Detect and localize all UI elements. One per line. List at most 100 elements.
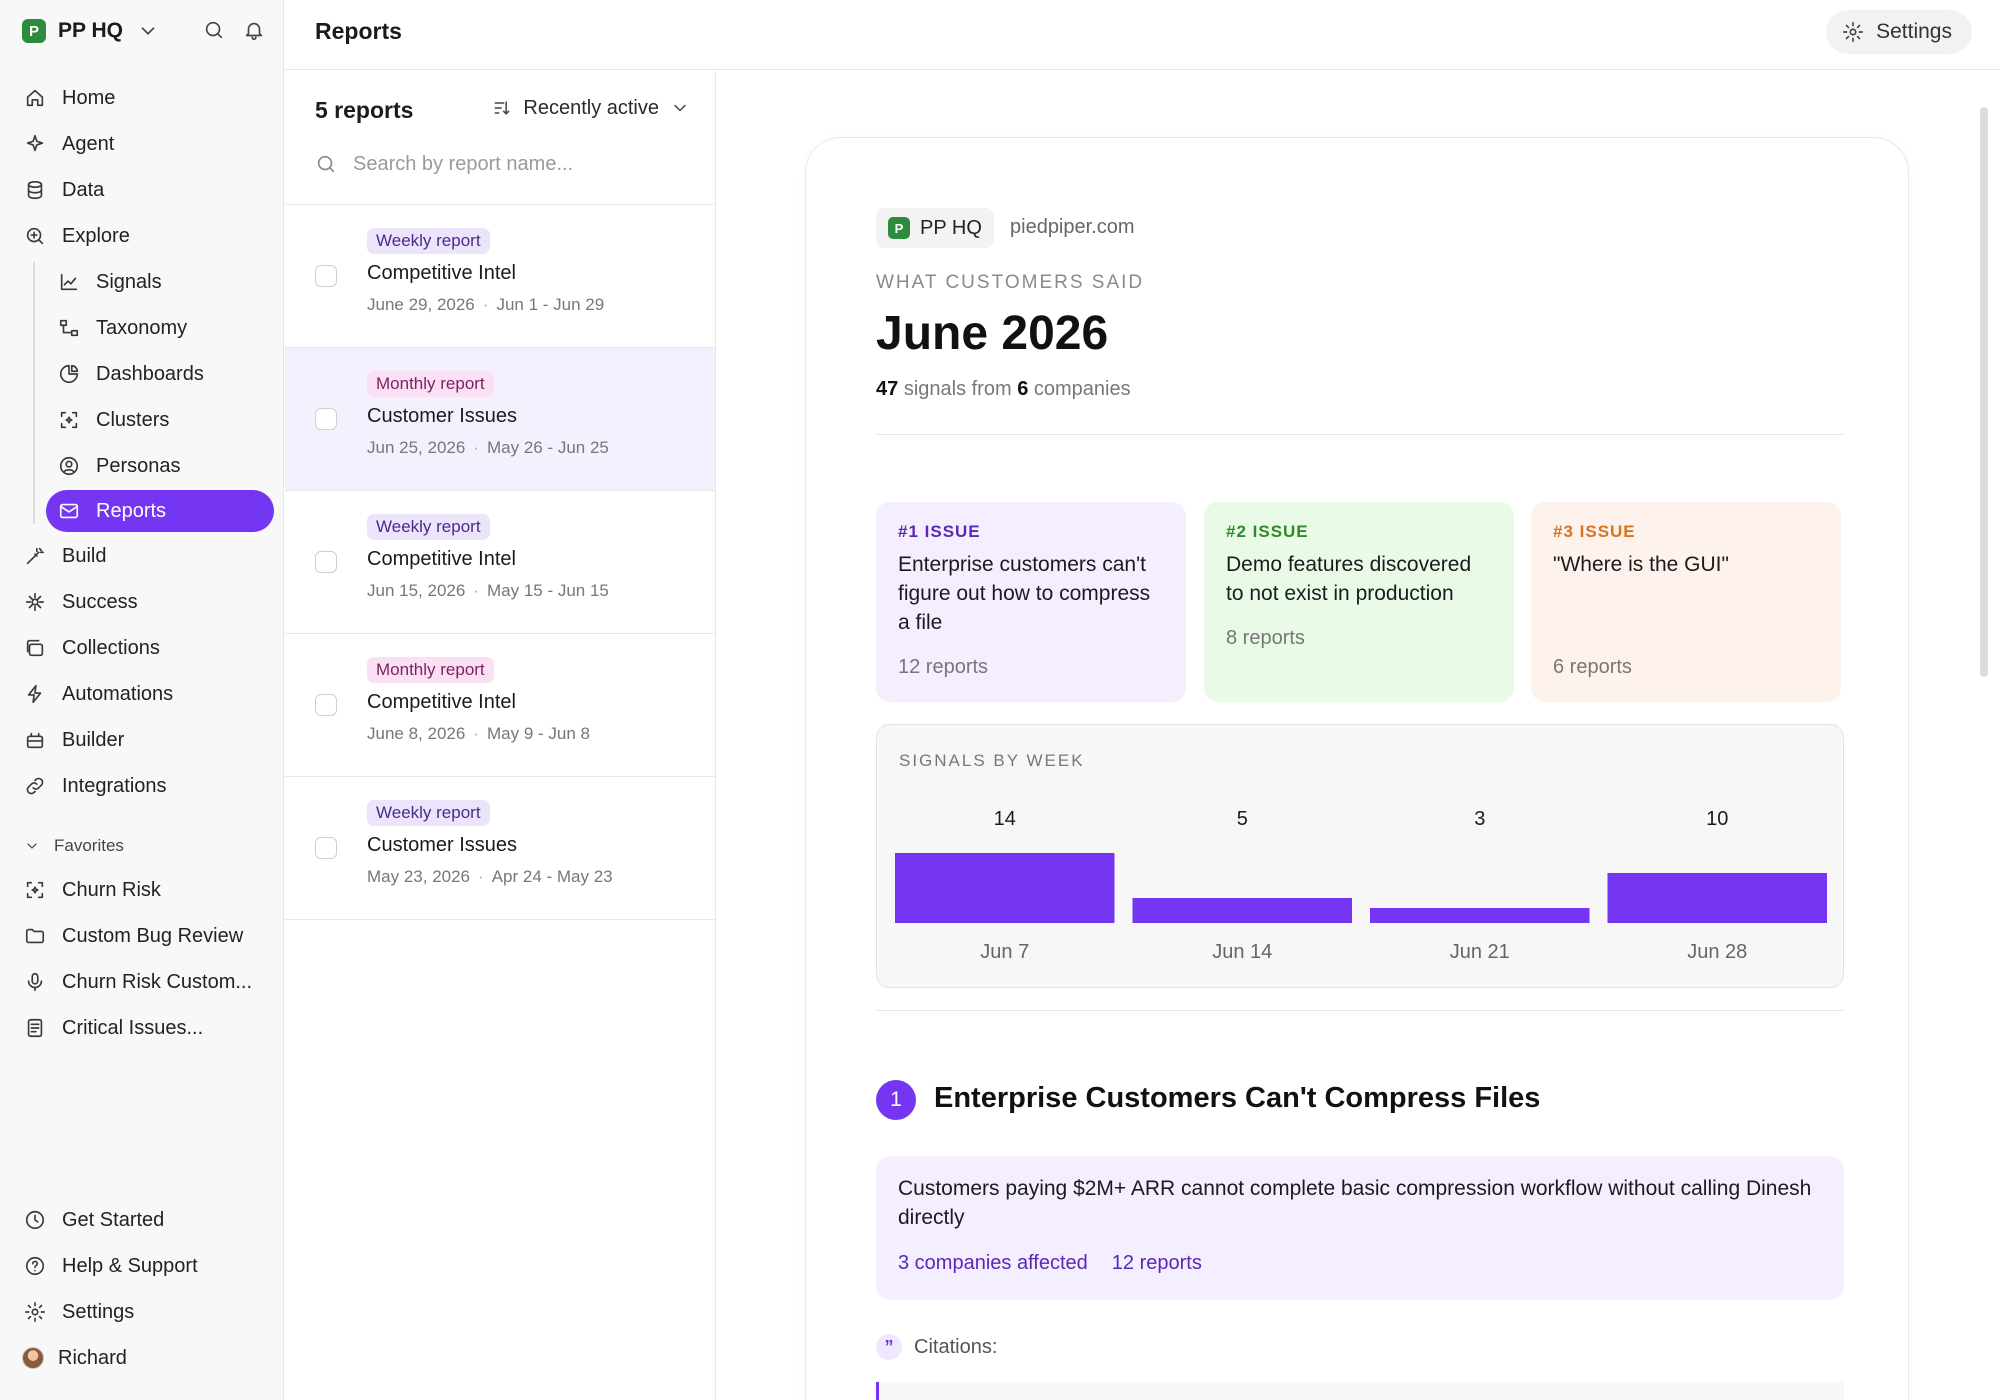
nav-data[interactable]: Data [22, 170, 104, 210]
chart-category-label: Jun 7 [980, 941, 1029, 963]
chart-bar[interactable] [1607, 873, 1828, 923]
signals-text: signals from [903, 378, 1012, 400]
report-list-item[interactable]: Weekly report Competitive Intel Jun 15, … [285, 491, 715, 634]
report-checkbox[interactable] [315, 408, 337, 430]
report-checkbox[interactable] [315, 694, 337, 716]
nav-help[interactable]: Help & Support [22, 1246, 198, 1286]
report-type-tag: Weekly report [367, 514, 490, 540]
report-name: Customer Issues [367, 834, 518, 856]
report-date: June 8, 2026 [367, 724, 466, 743]
favorite-item[interactable]: Custom Bug Review [22, 916, 243, 956]
sort-dropdown[interactable]: Recently active [489, 95, 693, 121]
companies-affected-link[interactable]: 3 companies affected [898, 1252, 1088, 1275]
favorites-toggle[interactable]: Favorites [22, 836, 124, 856]
report-checkbox[interactable] [315, 837, 337, 859]
nav-label: Success [62, 590, 138, 613]
nav-label: Help & Support [62, 1254, 198, 1277]
nav-settings[interactable]: Settings [22, 1292, 134, 1332]
clock-icon [22, 1207, 48, 1233]
nav-label: Home [62, 86, 116, 109]
report-name: Customer Issues [367, 405, 518, 427]
section-number-badge: 1 [876, 1080, 916, 1120]
report-count: 5 reports [315, 97, 414, 123]
nav-label: Taxonomy [96, 316, 188, 339]
signals-by-week-chart: SIGNALS BY WEEK 14 Jun 7 5 Jun 14 3 Jun 21 10 J… [876, 724, 1844, 988]
divider [876, 1010, 1844, 1011]
settings-button[interactable]: Settings [1826, 10, 1972, 54]
mic-icon [22, 969, 48, 995]
search-icon [313, 151, 339, 177]
nav-agent[interactable]: Agent [22, 124, 114, 164]
chart-bar[interactable] [1132, 898, 1353, 923]
issue-rank: #1 ISSUE [898, 522, 981, 541]
bar-chart: 14 Jun 7 5 Jun 14 3 Jun 21 10 Jun 28 [895, 808, 1828, 963]
user-profile[interactable]: Richard [22, 1338, 127, 1378]
citations-header: ” Citations: [876, 1334, 997, 1360]
nav-label: Reports [96, 499, 167, 522]
nav-taxonomy[interactable]: Taxonomy [56, 308, 187, 348]
sort-icon [489, 95, 515, 121]
quote-icon: ” [876, 1334, 902, 1360]
nav-get-started[interactable]: Get Started [22, 1200, 164, 1240]
issue-rank: #2 ISSUE [1226, 522, 1309, 541]
search-icon[interactable] [201, 17, 227, 43]
folder-icon [22, 923, 48, 949]
report-list-item[interactable]: Weekly report Competitive Intel June 29,… [285, 205, 715, 348]
search-input[interactable] [353, 152, 693, 176]
nav-builder[interactable]: Builder [22, 720, 124, 760]
favorite-item[interactable]: Churn Risk [22, 870, 161, 910]
report-checkbox[interactable] [315, 551, 337, 573]
issue-rank: #3 ISSUE [1553, 522, 1636, 541]
nav-integrations[interactable]: Integrations [22, 766, 167, 806]
report-list-item[interactable]: Monthly report Competitive Intel June 8,… [285, 634, 715, 777]
sidebar: P PP HQ Home Agent Data Explore Signals … [0, 0, 284, 1400]
nav-build[interactable]: Build [22, 536, 106, 576]
favorite-item[interactable]: Critical Issues... [22, 1008, 203, 1048]
explore-tree-line [33, 262, 35, 524]
report-date: Jun 15, 2026 [367, 581, 466, 600]
report-range: Apr 24 - May 23 [491, 867, 613, 886]
reports-link[interactable]: 12 reports [1112, 1252, 1202, 1275]
company-chip: P PP HQ [876, 208, 994, 248]
issue-card-1[interactable]: #1 ISSUE Enterprise customers can't figu… [876, 502, 1186, 702]
nav-label: Integrations [62, 774, 167, 797]
company-name: PP HQ [920, 216, 982, 239]
chart-value-label: 3 [1474, 808, 1485, 830]
nav-clusters[interactable]: Clusters [56, 400, 169, 440]
report-checkbox[interactable] [315, 265, 337, 287]
nav-label: Explore [62, 224, 130, 247]
nav-home[interactable]: Home [22, 78, 115, 118]
scrollbar[interactable] [1980, 107, 1988, 677]
help-icon [22, 1253, 48, 1279]
issue-card-3[interactable]: #3 ISSUE "Where is the GUI" 6 reports [1531, 502, 1841, 702]
nav-personas[interactable]: Personas [56, 446, 181, 486]
bell-icon[interactable] [241, 17, 267, 43]
company-logo: P [888, 217, 910, 239]
home-icon [22, 85, 48, 111]
section-title: Enterprise Customers Can't Compress File… [934, 1082, 1541, 1114]
report-type-tag: Weekly report [367, 228, 490, 254]
report-range: May 9 - Jun 8 [486, 724, 590, 743]
nav-collections[interactable]: Collections [22, 628, 160, 668]
nav-label: Get Started [62, 1208, 165, 1231]
issue-text: "Where is the GUI" [1553, 553, 1729, 576]
favorite-item[interactable]: Churn Risk Custom... [22, 962, 252, 1002]
sort-label: Recently active [523, 96, 659, 119]
nav-explore[interactable]: Explore [22, 216, 130, 256]
nav-signals[interactable]: Signals [56, 262, 162, 302]
chart-bar[interactable] [895, 853, 1115, 923]
nav-dashboards[interactable]: Dashboards [56, 354, 204, 394]
companies-text: companies [1033, 378, 1131, 400]
nav-success[interactable]: Success [22, 582, 138, 622]
report-list-item[interactable]: Monthly report Customer Issues Jun 25, 2… [285, 348, 715, 491]
builder-icon [22, 727, 48, 753]
gear-icon [1840, 19, 1866, 45]
issue-card-2[interactable]: #2 ISSUE Demo features discovered to not… [1204, 502, 1514, 702]
nav-automations[interactable]: Automations [22, 674, 173, 714]
report-type-tag: Monthly report [367, 371, 494, 397]
nav-reports[interactable]: Reports [46, 490, 274, 532]
workspace-switcher[interactable]: P PP HQ [22, 17, 161, 45]
signals-count: 47 [876, 378, 899, 400]
report-list-item[interactable]: Weekly report Customer Issues May 23, 20… [285, 777, 715, 920]
chart-bar[interactable] [1370, 908, 1590, 923]
